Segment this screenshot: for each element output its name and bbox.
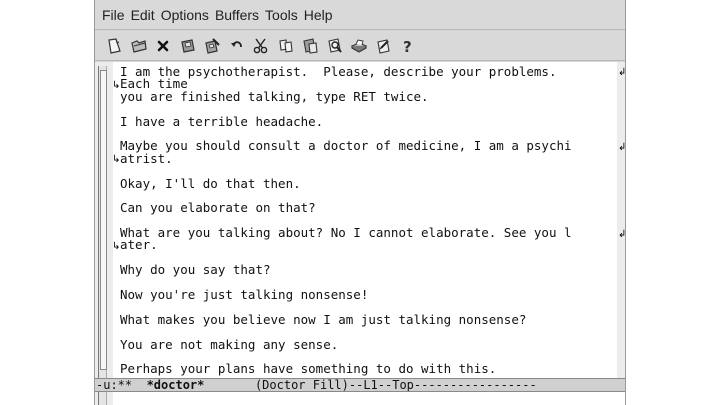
- search-button[interactable]: [323, 34, 347, 58]
- menu-tools[interactable]: Tools: [265, 5, 298, 25]
- buffer-line: I have a terrible headache.: [120, 113, 324, 129]
- menu-bar: File Edit Options Buffers Tools Help: [95, 0, 625, 30]
- wrap-left-arrow-icon: ↳: [112, 80, 121, 91]
- svg-text:?: ?: [403, 38, 412, 55]
- emacs-window: File Edit Options Buffers Tools Help ? I…: [94, 0, 626, 405]
- editor-pane[interactable]: I am the psychotherapist. Please, descri…: [95, 62, 626, 378]
- vertical-scrollbar[interactable]: [98, 66, 107, 378]
- save-icon: [180, 38, 195, 53]
- help-icon: ?: [403, 38, 412, 55]
- buffer-line: Okay, I'll do that then.: [120, 175, 301, 191]
- cut-icon: [253, 38, 268, 53]
- buffer-line: Maybe you should consult a doctor of med…: [120, 138, 572, 154]
- wrap-right-arrow-icon: ↲: [618, 67, 626, 78]
- wrap-left-arrow-icon: ↳: [112, 241, 121, 252]
- buffer-line: Why do you say that?: [120, 262, 271, 278]
- save-as-icon: [205, 37, 220, 54]
- mode-line-mode-info: (Doctor Fill)--L1--Top: [204, 378, 414, 392]
- mode-line-tail: -----------------: [413, 378, 537, 392]
- menu-file[interactable]: File: [102, 5, 125, 25]
- buffer-line: What are you talking about? No I cannot …: [120, 225, 572, 241]
- minibuffer-scrollbar: [98, 392, 107, 405]
- close-buffer-button[interactable]: [151, 34, 175, 58]
- buffer-line: Now you're just talking nonsense!: [120, 287, 369, 303]
- paste-icon: [303, 37, 318, 54]
- minibuffer[interactable]: [95, 392, 625, 405]
- right-fringe: [617, 62, 625, 378]
- buffer-line: Can you elaborate on that?: [120, 200, 316, 216]
- preferences-icon: [376, 38, 390, 54]
- doctor-buffer-text[interactable]: I am the psychotherapist. Please, descri…: [120, 66, 615, 378]
- open-folder-icon: [130, 39, 147, 53]
- buffer-line: ater.: [120, 237, 158, 253]
- new-file-button[interactable]: [102, 34, 126, 58]
- mode-line[interactable]: -u:** *doctor* (Doctor Fill)--L1--Top---…: [95, 378, 625, 392]
- close-buffer-icon: [157, 40, 169, 51]
- help-button[interactable]: ?: [396, 34, 420, 58]
- menu-options[interactable]: Options: [161, 5, 209, 25]
- print-button[interactable]: [347, 34, 371, 58]
- new-file-icon: [108, 37, 121, 54]
- mode-line-buffer-name[interactable]: *doctor*: [147, 379, 205, 391]
- tool-bar: ?: [95, 31, 625, 61]
- wrap-left-arrow-icon: ↳: [112, 154, 121, 165]
- menu-help[interactable]: Help: [304, 5, 333, 25]
- undo-button[interactable]: [225, 34, 249, 58]
- buffer-line: I am the psychotherapist. Please, descri…: [120, 66, 557, 79]
- wrap-right-arrow-icon: ↲: [618, 229, 626, 240]
- copy-icon: [278, 38, 293, 53]
- cut-button[interactable]: [249, 34, 273, 58]
- menu-buffers[interactable]: Buffers: [215, 5, 259, 25]
- menu-edit[interactable]: Edit: [131, 5, 155, 25]
- undo-icon: [230, 40, 242, 47]
- buffer-line: You are not making any sense.: [120, 336, 339, 352]
- search-icon: [327, 37, 342, 53]
- mode-line-prefix: -u:**: [96, 378, 147, 392]
- save-as-button[interactable]: [200, 34, 224, 58]
- paste-button[interactable]: [298, 34, 322, 58]
- save-button[interactable]: [176, 34, 200, 58]
- buffer-line: atrist.: [120, 150, 173, 166]
- scroll-thumb[interactable]: [100, 70, 107, 370]
- copy-button[interactable]: [274, 34, 298, 58]
- print-icon: [350, 38, 368, 53]
- wrap-right-arrow-icon: ↲: [618, 142, 626, 153]
- preferences-button[interactable]: [372, 34, 396, 58]
- buffer-line: you are finished talking, type RET twice…: [120, 88, 429, 104]
- open-folder-button[interactable]: [127, 34, 151, 58]
- buffer-line: What makes you believe now I am just tal…: [120, 311, 527, 327]
- buffer-line: Perhaps your plans have something to do …: [120, 361, 497, 377]
